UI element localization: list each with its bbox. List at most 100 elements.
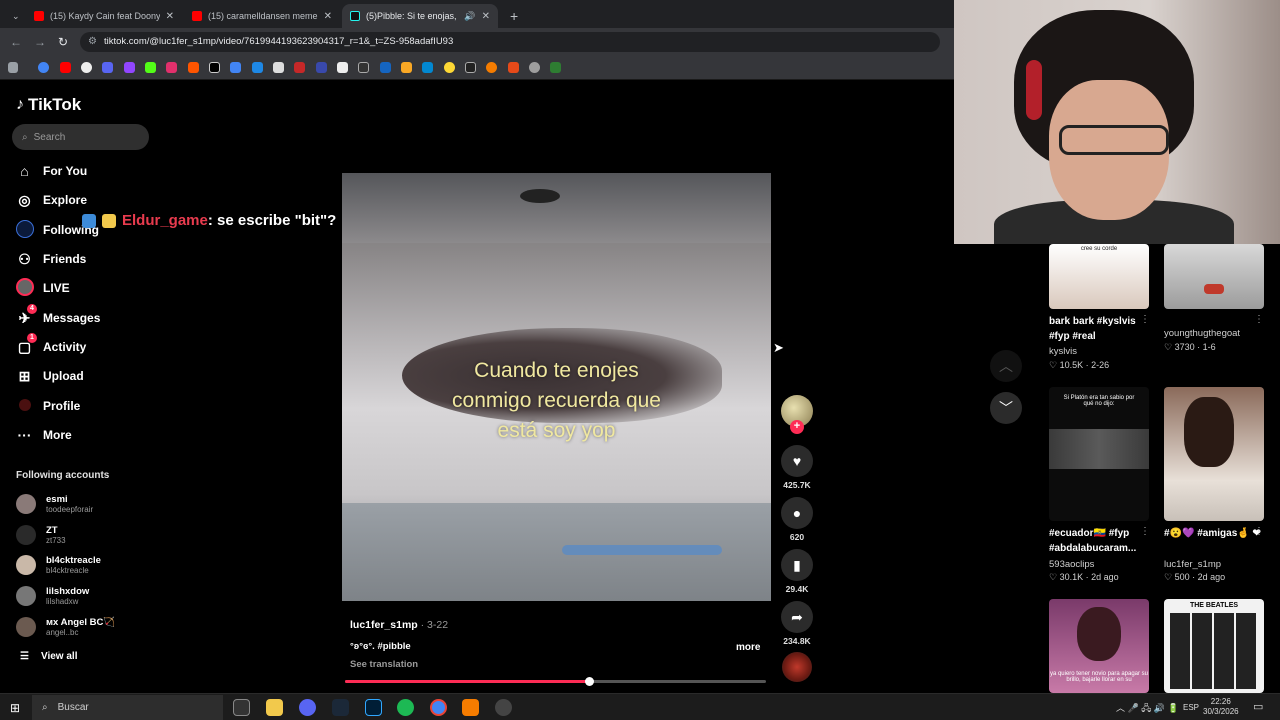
steam-icon[interactable] [332,699,349,716]
discord-icon[interactable] [299,699,316,716]
bookmark-12[interactable] [444,62,455,73]
speaker-icon[interactable]: 🔊 [464,11,475,22]
bookmark-5[interactable] [294,62,305,73]
browser-tab-2[interactable]: (15) caramelldansen meme - Yo ✕ [184,4,340,28]
feed-author[interactable]: kyslvis [1049,346,1077,357]
feed-author[interactable]: youngthugthegoat [1164,328,1240,339]
photoshop-icon[interactable] [365,699,382,716]
music-disc-icon[interactable] [782,652,812,682]
bookmark-google[interactable] [38,62,49,73]
windows-start-icon[interactable]: ⊞ [10,701,20,715]
bookmark-youtube[interactable] [60,62,71,73]
feed-thumbnail[interactable] [1164,387,1264,521]
feed-thumbnail[interactable] [1164,244,1264,309]
nav-live[interactable]: LIVE [16,277,70,298]
feed-thumbnail[interactable]: Si Platón era tan sabio por qué no dijo: [1049,387,1149,521]
bookmark-11[interactable] [422,62,433,73]
browser-tab-3[interactable]: (5)Pibble: Si te enojas, recu 🔊 ✕ [342,4,498,28]
tiktok-logo[interactable]: ♪ TikTok [16,95,81,115]
app-icon[interactable] [462,699,479,716]
more-options-icon[interactable]: ⋮ [1140,526,1150,537]
close-icon[interactable]: ✕ [166,11,174,22]
browser-tab-1[interactable]: (15) Kaydy Cain feat Doony Gra ✕ [26,4,182,28]
bookmark-soundcloud[interactable] [188,62,199,73]
bookmark-13[interactable] [465,62,476,73]
bookmark-2[interactable] [102,62,113,73]
feed-thumbnail[interactable]: ya quiero tener novio para apagar su bri… [1049,599,1149,693]
nav-activity[interactable]: ▢ 1 Activity [16,332,86,357]
feed-thumbnail[interactable]: cree su corde [1049,244,1149,309]
nav-explore[interactable]: ◎ Explore [16,190,87,210]
bookmark-14[interactable] [486,62,497,73]
like-button[interactable]: ♥ 425.7K [781,445,813,490]
search-input[interactable]: ⌕ Search [12,124,149,150]
notification-icon[interactable]: ▭ [1253,700,1263,713]
follow-plus-icon[interactable]: + [790,420,804,434]
tray-icons[interactable]: ︿ 🎤 🖧 🔊 🔋 [1116,701,1179,717]
nav-for-you[interactable]: ⌂ For You [16,161,87,181]
comment-button[interactable]: ● 620 [781,497,813,542]
bookmark-4[interactable] [273,62,284,73]
bookmark-twitch[interactable] [124,62,135,73]
following-account[interactable]: lilshxdow lilshadxw [16,583,89,609]
video-player[interactable]: Cuando te enojes conmigo recuerda que es… [342,173,771,601]
following-account[interactable]: esmi toodeepforair [16,491,93,517]
bookmark-kick[interactable] [145,62,156,73]
bookmark-10[interactable] [401,62,412,73]
close-icon[interactable]: ✕ [324,11,332,22]
more-options-icon[interactable]: ⋮ [1254,314,1264,325]
obs-icon[interactable] [495,699,512,716]
view-all-button[interactable]: ☰ View all [20,651,77,662]
bookmark-translate[interactable] [230,62,241,73]
bookmark-8[interactable] [358,62,369,73]
previous-video-button[interactable]: ︿ [990,350,1022,382]
share-button[interactable]: ➦ 234.8K [781,601,813,646]
video-author[interactable]: luc1fer_s1mp · 3-22 [350,619,448,631]
nav-more[interactable]: ··· More [16,425,72,445]
feed-title[interactable]: #😮💜 #amigas🤞 ❤ [1164,526,1264,541]
back-icon[interactable]: ← [10,35,22,49]
following-account[interactable]: ᴍx Angel BC🏹 angel..bc [16,614,115,640]
bookmark-instagram[interactable] [166,62,177,73]
taskbar-clock[interactable]: 22:26 30/3/2026 [1203,697,1239,717]
taskbar-search[interactable]: ⌕ Buscar [32,695,223,720]
save-button[interactable]: ▮ 29.4K [781,549,813,594]
nav-upload[interactable]: ⊞ Upload [16,366,84,386]
bookmark-17[interactable] [550,62,561,73]
nav-messages[interactable]: ✈ 4 Messages [16,303,100,328]
bookmark-16[interactable] [529,62,540,73]
video-progress-bar[interactable] [345,677,766,686]
nav-profile[interactable]: Profile [16,396,80,416]
see-translation-link[interactable]: See translation [350,659,418,670]
forward-icon[interactable]: → [34,35,46,49]
bookmark-1[interactable] [81,62,92,73]
feed-author[interactable]: 593aoclips [1049,559,1094,570]
epic-games-icon[interactable] [233,699,250,716]
bookmark-x[interactable] [209,62,220,73]
bookmark-9[interactable] [380,62,391,73]
chrome-icon[interactable] [430,699,447,716]
next-video-button[interactable]: ﹀ [990,392,1022,424]
more-button[interactable]: more [736,642,760,653]
feed-title[interactable]: #ecuador🇪🇨 #fyp #abdalabucaram... [1049,526,1149,556]
feed-thumbnail[interactable]: THE BEATLES [1164,599,1264,693]
progress-handle[interactable] [585,677,595,686]
file-explorer-icon[interactable] [266,699,283,716]
site-info-icon[interactable]: ⚙ [88,36,97,47]
more-options-icon[interactable]: ⋮ [1254,526,1264,537]
following-account[interactable]: bl4cktreacle bl4cktreacle [16,552,101,578]
language-indicator[interactable]: ESP [1183,703,1199,712]
tab-menu-button[interactable]: ⌄ [4,4,28,28]
new-tab-button[interactable]: + [502,4,526,28]
close-icon[interactable]: ✕ [482,11,490,22]
reload-icon[interactable]: ↻ [58,35,68,49]
feed-author[interactable]: luc1fer_s1mp [1164,559,1221,570]
spotify-icon[interactable] [397,699,414,716]
nav-friends[interactable]: ⚇ Friends [16,249,86,269]
more-options-icon[interactable]: ⋮ [1140,314,1150,325]
feed-title[interactable]: bark bark #kyslvis #fyp #real [1049,314,1149,344]
apps-icon[interactable] [8,62,18,73]
following-account[interactable]: ZT zt733 [16,522,66,548]
url-field[interactable]: ⚙ tiktok.com/@luc1fer_s1mp/video/7619944… [80,32,940,52]
bookmark-3[interactable] [252,62,263,73]
